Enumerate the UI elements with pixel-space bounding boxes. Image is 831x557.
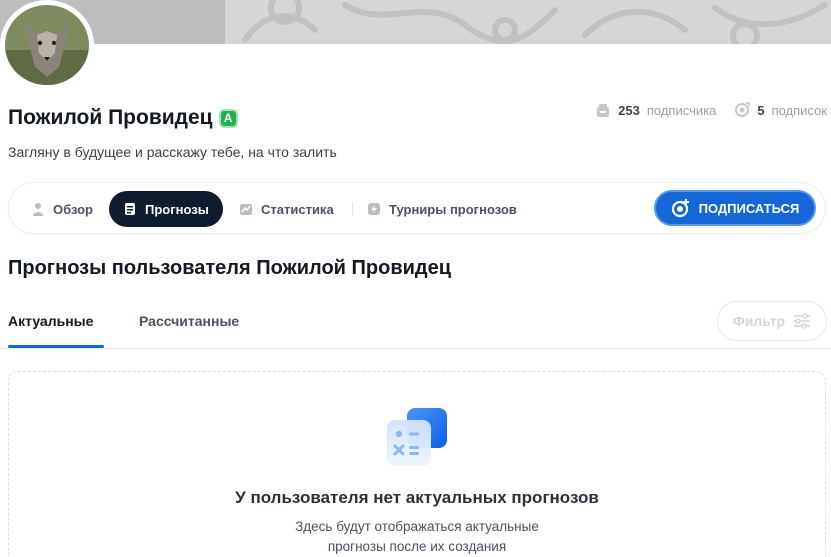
verified-badge: A	[218, 108, 238, 128]
tab-overview-label: Обзор	[53, 201, 93, 217]
profile-name-row: Пожилой Провидец A	[8, 106, 238, 130]
empty-state-line-2: прогнозы после их создания	[327, 539, 507, 554]
subscribe-button[interactable]: ПОДПИСАТЬСЯ	[654, 190, 816, 226]
empty-state-title: У пользователя нет актуальных прогнозов	[235, 488, 599, 507]
calculator-icon	[387, 408, 447, 466]
user-icon	[33, 203, 43, 216]
empty-state-line-1: Здесь будут отображаться актуальные	[295, 519, 539, 534]
tab-predictions-label: Прогнозы	[145, 201, 209, 217]
subscriptions-count: 5	[757, 102, 765, 118]
subscriptions-stat[interactable]: 5 подписок	[734, 102, 827, 118]
subtab-settled[interactable]: Рассчитанные	[139, 313, 239, 329]
subscriptions-icon	[735, 102, 751, 117]
profile-stats: 253 подписчика 5 подписок	[595, 102, 827, 118]
predictions-subtabs: Актуальные Рассчитанные Фильтр	[0, 300, 831, 349]
tab-statistics-label: Статистика	[261, 201, 334, 217]
profile-nav: Обзор Прогнозы Статистика Турниры прогно…	[8, 182, 826, 234]
subscribers-label: подписчика	[646, 102, 717, 118]
tab-tournaments-label: Турниры прогнозов	[389, 201, 517, 217]
filter-button[interactable]: Фильтр	[717, 301, 827, 341]
tab-statistics[interactable]: Статистика	[225, 191, 348, 227]
sliders-icon	[794, 313, 811, 329]
lightning-icon	[368, 203, 380, 215]
subscribers-stat[interactable]: 253 подписчика	[595, 102, 716, 118]
active-subtab-indicator	[8, 345, 104, 348]
document-icon	[125, 203, 135, 215]
subtab-current[interactable]: Актуальные	[8, 313, 93, 329]
tab-predictions[interactable]: Прогнозы	[109, 191, 223, 227]
profile-name: Пожилой Провидец	[8, 106, 213, 129]
filter-label: Фильтр	[732, 313, 786, 329]
profile-cover	[0, 0, 831, 44]
tab-tournaments[interactable]: Турниры прогнозов	[353, 191, 531, 227]
empty-state: У пользователя нет актуальных прогнозов …	[8, 371, 826, 557]
subscribers-icon	[597, 104, 610, 117]
profile-bio: Загляну в будущее и расскажу тебе, на чт…	[8, 144, 337, 160]
page-title: Прогнозы пользователя Пожилой Провидец	[8, 257, 452, 279]
cover-pattern	[225, 0, 831, 44]
wolf-image	[5, 5, 89, 85]
avatar[interactable]	[0, 0, 94, 90]
subscribers-count: 253	[618, 102, 640, 118]
empty-state-text: Здесь будут отображаться актуальные прог…	[9, 517, 825, 557]
subscriptions-label: подписок	[771, 102, 827, 118]
chart-icon	[240, 204, 252, 215]
subscribe-icon	[671, 199, 689, 218]
tab-overview[interactable]: Обзор	[17, 191, 107, 227]
subscribe-label: ПОДПИСАТЬСЯ	[698, 200, 800, 216]
